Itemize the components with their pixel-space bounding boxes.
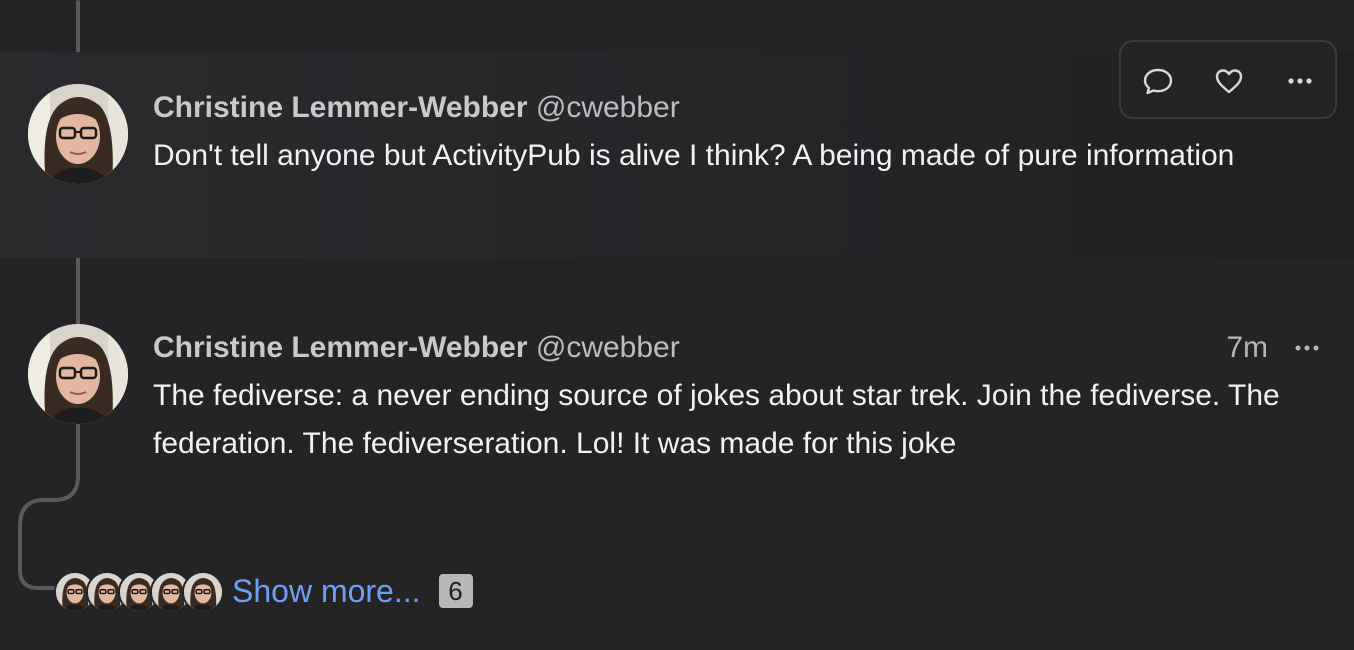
post-action-toolbar (1119, 40, 1337, 119)
post-header: Christine Lemmer-Webber @cwebber (153, 90, 680, 126)
avatar[interactable] (28, 84, 128, 184)
display-name[interactable]: Christine Lemmer-Webber (153, 331, 528, 364)
post-more-button[interactable] (1294, 340, 1320, 356)
favourite-button[interactable] (1212, 64, 1246, 98)
post-timestamp[interactable]: 7m (1226, 330, 1268, 366)
post-content: Don't tell anyone but ActivityPub is ali… (153, 139, 1235, 172)
show-more-row[interactable]: Show more... 6 (54, 570, 473, 613)
post-header: Christine Lemmer-Webber @cwebber (153, 330, 680, 366)
thread-view: Christine Lemmer-Webber @cwebber Don't t… (0, 0, 1354, 650)
post-content: The fediverse: a never ending source of … (153, 379, 1280, 460)
reply-count-badge: 6 (438, 574, 473, 608)
more-button[interactable] (1283, 64, 1317, 98)
reply-icon (1143, 68, 1173, 95)
account-handle[interactable]: @cwebber (536, 91, 680, 124)
show-more-link[interactable]: Show more... (232, 570, 421, 612)
mini-avatar (182, 571, 224, 613)
avatar[interactable] (28, 324, 128, 424)
account-handle[interactable]: @cwebber (536, 331, 680, 364)
reply-button[interactable] (1141, 64, 1175, 98)
more-icon (1288, 78, 1312, 84)
display-name[interactable]: Christine Lemmer-Webber (153, 91, 528, 124)
status-post[interactable]: Christine Lemmer-Webber @cwebber 7m The … (0, 300, 1354, 500)
avatar-stack (54, 570, 224, 613)
heart-icon (1215, 69, 1243, 94)
more-icon (1295, 345, 1319, 351)
